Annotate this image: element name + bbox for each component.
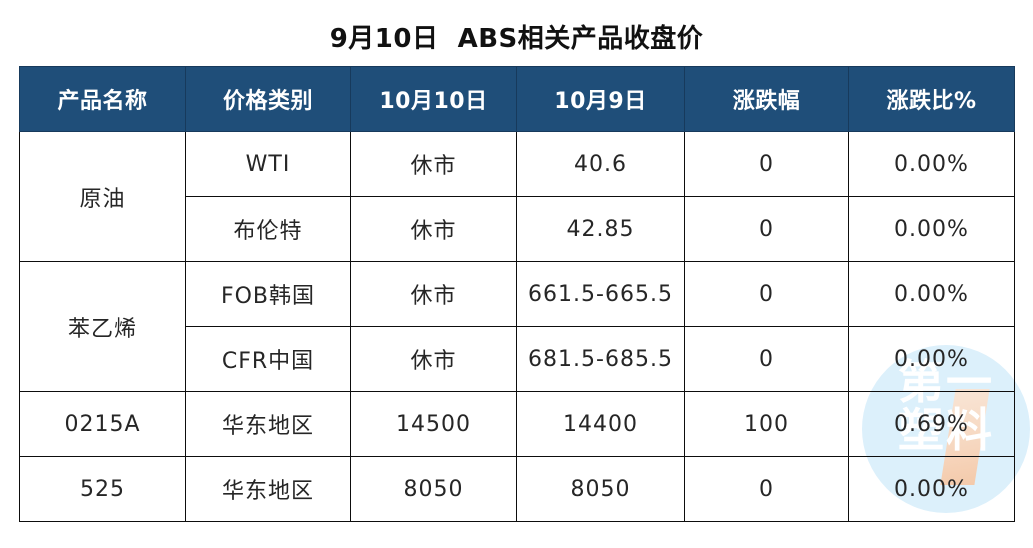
cell-change-amount: 0 bbox=[684, 326, 849, 392]
table-row: 苯乙烯 FOB韩国 休市 661.5-665.5 0 0.00% bbox=[19, 261, 1015, 392]
cell-price-prev: 8050 bbox=[516, 456, 685, 522]
price-table-container: 产品名称 价格类别 10月10日 10月9日 涨跌幅 涨跌比% 原油 WTI 休市 4… bbox=[19, 66, 1015, 522]
cell-price-prev: 661.5-665.5 bbox=[516, 261, 685, 327]
cell-change-percent: 0.69% bbox=[848, 391, 1015, 457]
cell-price-prev: 40.6 bbox=[516, 131, 685, 197]
cell-change-percent: 0.00% bbox=[848, 131, 1015, 197]
table-header: 产品名称 价格类别 10月10日 10月9日 涨跌幅 涨跌比% bbox=[19, 66, 1015, 132]
cell-change-amount: 0 bbox=[684, 261, 849, 327]
cell-price-today: 休市 bbox=[350, 196, 517, 262]
table-header-row: 产品名称 价格类别 10月10日 10月9日 涨跌幅 涨跌比% bbox=[19, 66, 1015, 132]
cell-change-percent: 0.00% bbox=[848, 196, 1015, 262]
cell-change-percent: 0.00% bbox=[848, 456, 1015, 522]
cell-change-amount: 0 bbox=[684, 196, 849, 262]
cell-price-category: 华东地区 bbox=[185, 391, 351, 457]
cell-price-today: 休市 bbox=[350, 261, 517, 327]
cell-change-amount: 0 bbox=[684, 456, 849, 522]
cell-change-percent: 0.00% bbox=[848, 261, 1015, 327]
cell-price-prev: 14400 bbox=[516, 391, 685, 457]
column-header-change-amount: 涨跌幅 bbox=[684, 66, 849, 132]
cell-price-category: 布伦特 bbox=[185, 196, 351, 262]
cell-price-category: FOB韩国 bbox=[185, 261, 351, 327]
price-table: 产品名称 价格类别 10月10日 10月9日 涨跌幅 涨跌比% 原油 WTI 休市 4… bbox=[19, 66, 1015, 522]
cell-price-today: 休市 bbox=[350, 326, 517, 392]
cell-price-category: CFR中国 bbox=[185, 326, 351, 392]
cell-product-name: 0215A bbox=[19, 391, 186, 457]
cell-change-amount: 0 bbox=[684, 131, 849, 197]
cell-price-prev: 42.85 bbox=[516, 196, 685, 262]
table-row: 原油 WTI 休市 40.6 0 0.00% bbox=[19, 131, 1015, 262]
cell-change-percent: 0.00% bbox=[848, 326, 1015, 392]
column-header-change-percent: 涨跌比% bbox=[848, 66, 1015, 132]
cell-product-name: 525 bbox=[19, 456, 186, 522]
table-row: 0215A 华东地区 14500 14400 100 0.69% bbox=[19, 391, 1015, 457]
table-row: 525 华东地区 8050 8050 0 0.00% bbox=[19, 456, 1015, 522]
cell-price-category: 华东地区 bbox=[185, 456, 351, 522]
table-body: 原油 WTI 休市 40.6 0 0.00% 布伦特 休市 42.85 0 0.00% 苯乙烯 FOB韩… bbox=[19, 131, 1015, 522]
column-header-date-today: 10月10日 bbox=[350, 66, 517, 132]
cell-price-category: WTI bbox=[185, 131, 351, 197]
column-header-price-category: 价格类别 bbox=[185, 66, 351, 132]
cell-price-today: 8050 bbox=[350, 456, 517, 522]
cell-product-name: 原油 bbox=[19, 131, 186, 262]
cell-price-prev: 681.5-685.5 bbox=[516, 326, 685, 392]
column-header-product-name: 产品名称 bbox=[19, 66, 186, 132]
cell-price-today: 休市 bbox=[350, 131, 517, 197]
cell-change-amount: 100 bbox=[684, 391, 849, 457]
page-root: 9月10日 ABS相关产品收盘价 第一 塑料 产品名称 价格类别 10月10日 … bbox=[0, 0, 1033, 548]
page-title: 9月10日 ABS相关产品收盘价 bbox=[329, 24, 704, 54]
column-header-date-prev: 10月9日 bbox=[516, 66, 685, 132]
cell-product-name: 苯乙烯 bbox=[19, 261, 186, 392]
cell-price-today: 14500 bbox=[350, 391, 517, 457]
